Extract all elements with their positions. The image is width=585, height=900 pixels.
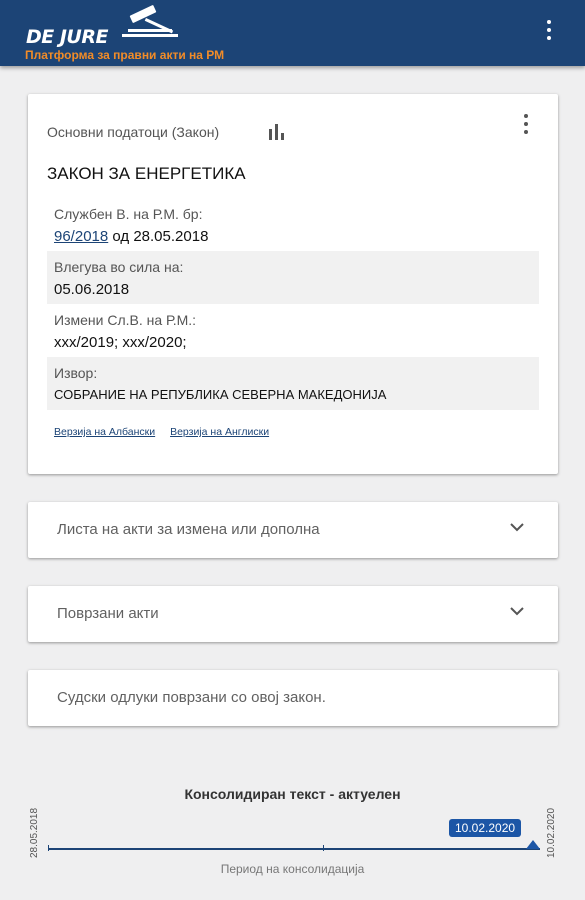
- version-albanian-link[interactable]: Верзија на Албански: [54, 426, 155, 438]
- effective-value: 05.06.2018: [54, 281, 130, 298]
- language-versions: Верзија на Албански Верзија на Англиски: [54, 426, 281, 438]
- timeline-tick: [323, 845, 324, 851]
- source-field: Извор: СОБРАНИЕ НА РЕПУБЛИКА СЕВЕРНА МАК…: [47, 357, 539, 410]
- timeline-start-date: 28.05.2018: [29, 807, 40, 858]
- dejure-logo[interactable]: DE JURE: [24, 4, 224, 48]
- gavel-icon: [122, 5, 178, 37]
- timeline-slider-handle[interactable]: [526, 840, 540, 849]
- timeline-selected-date: 10.02.2020: [449, 819, 522, 837]
- timeline-track[interactable]: [48, 848, 540, 850]
- timeline-caption: Период на консолидација: [220, 862, 365, 876]
- related-acts-panel[interactable]: Поврзани акти: [28, 586, 558, 642]
- app-bar: DE JURE Платформа за правни акти на РМ: [0, 0, 585, 66]
- gazette-value: 96/2018 од 28.05.2018: [54, 228, 532, 245]
- app-subtitle: Платформа за правни акти на РМ: [25, 48, 225, 62]
- amendments-list-label: Листа на акти за измена или дополна: [57, 521, 320, 538]
- amended-label: Измени Сл.В. на Р.М.:: [54, 312, 197, 328]
- gazette-label: Службен В. на Р.М. бр:: [54, 206, 203, 222]
- card-header: Основни податоци (Закон): [47, 124, 220, 140]
- timeline-end-date: 10.02.2020: [546, 807, 557, 858]
- court-decisions-panel[interactable]: Судски одлуки поврзани со овој закон.: [28, 670, 558, 726]
- bar-chart-icon[interactable]: [268, 124, 286, 140]
- chevron-down-icon: [510, 607, 524, 616]
- amendments-list-panel[interactable]: Листа на акти за измена или дополна: [28, 502, 558, 558]
- chevron-down-icon: [510, 523, 524, 532]
- effective-label: Влегува во сила на:: [54, 259, 184, 275]
- version-english-link[interactable]: Верзија на Англиски: [170, 426, 269, 438]
- source-label: Извор:: [54, 365, 98, 381]
- effective-field: Влегува во сила на: 05.06.2018: [47, 251, 539, 304]
- gazette-field: Службен В. на Р.М. бр: 96/2018 од 28.05.…: [47, 198, 539, 251]
- timeline-tick: [48, 845, 49, 851]
- card-more-icon[interactable]: [522, 114, 530, 136]
- gazette-date: од 28.05.2018: [108, 228, 209, 245]
- timeline-title: Консолидиран текст - актуелен: [184, 786, 401, 802]
- basic-data-card: Основни податоци (Закон) ЗАКОН ЗА ЕНЕРГЕ…: [28, 94, 558, 474]
- source-value: СОБРАНИЕ НА РЕПУБЛИКА СЕВЕРНА МАКЕДОНИЈА: [54, 387, 387, 402]
- gazette-number-link[interactable]: 96/2018: [54, 228, 108, 245]
- more-vert-icon[interactable]: [543, 20, 555, 46]
- court-decisions-label: Судски одлуки поврзани со овој закон.: [57, 689, 326, 706]
- logo-text: DE JURE: [26, 26, 108, 48]
- amended-value: xxx/2019; xxx/2020;: [54, 334, 187, 351]
- law-title: ЗАКОН ЗА ЕНЕРГЕТИКА: [47, 164, 246, 183]
- related-acts-label: Поврзани акти: [57, 605, 159, 622]
- amended-field: Измени Сл.В. на Р.М.: xxx/2019; xxx/2020…: [47, 304, 539, 357]
